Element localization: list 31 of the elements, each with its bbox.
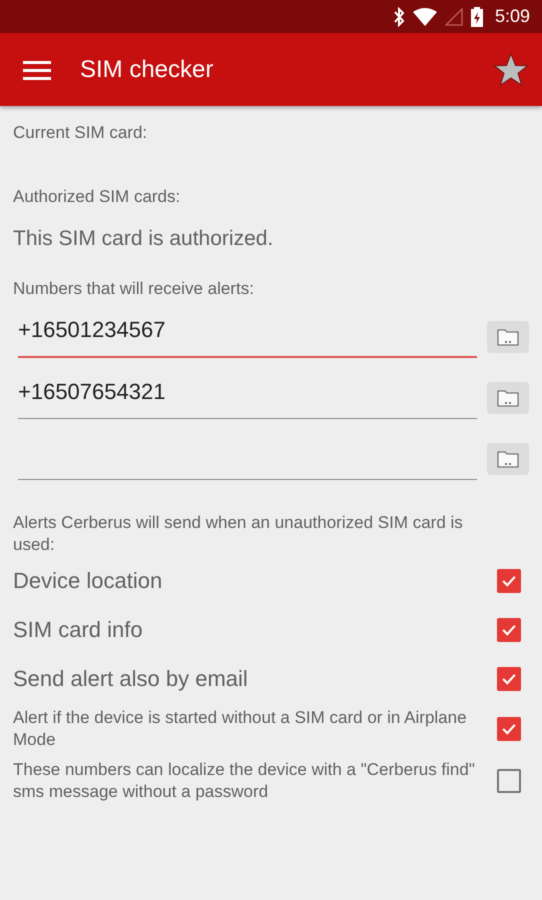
contact-picker-button[interactable] xyxy=(487,443,529,475)
phone-number-field[interactable]: +16507654321 xyxy=(18,372,477,419)
checkbox[interactable] xyxy=(497,666,521,690)
folder-icon xyxy=(497,450,519,468)
wifi-icon xyxy=(412,8,437,26)
menu-icon[interactable] xyxy=(23,60,51,80)
checkbox[interactable] xyxy=(497,717,521,741)
checkbox[interactable] xyxy=(497,568,521,592)
contact-picker-button[interactable] xyxy=(487,382,529,414)
folder-icon xyxy=(497,389,519,407)
battery-icon xyxy=(470,6,483,26)
option-label: Device location xyxy=(13,568,164,594)
contact-picker-button[interactable] xyxy=(487,321,529,353)
section-label: Numbers that will receive alerts: xyxy=(13,279,255,299)
option-label: These numbers can localize the device with a "Cerberus find" sms message without a password xyxy=(13,759,475,803)
section-label: Authorized SIM cards: xyxy=(13,187,182,207)
clock: 5:09 xyxy=(494,6,530,27)
signal-icon xyxy=(444,8,463,26)
section-label: Current SIM card: xyxy=(13,123,148,143)
checkbox[interactable] xyxy=(497,618,521,642)
option-label: SIM card info xyxy=(13,616,144,642)
authorization-status: This SIM card is authorized. xyxy=(13,227,274,251)
checkbox[interactable] xyxy=(497,769,521,793)
star-icon[interactable] xyxy=(493,52,529,88)
app-title: SIM checker xyxy=(80,56,214,84)
bluetooth-icon xyxy=(392,6,405,26)
folder-icon xyxy=(497,328,519,346)
option-label: Alert if the device is started without a SIM card or in Airplane Mode xyxy=(13,707,468,751)
option-label: Send alert also by email xyxy=(13,666,249,692)
phone-number-field[interactable]: +16501234567 xyxy=(18,310,477,358)
section-label: Alerts Cerberus will send when an unauthorized SIM card is used: xyxy=(13,512,464,556)
